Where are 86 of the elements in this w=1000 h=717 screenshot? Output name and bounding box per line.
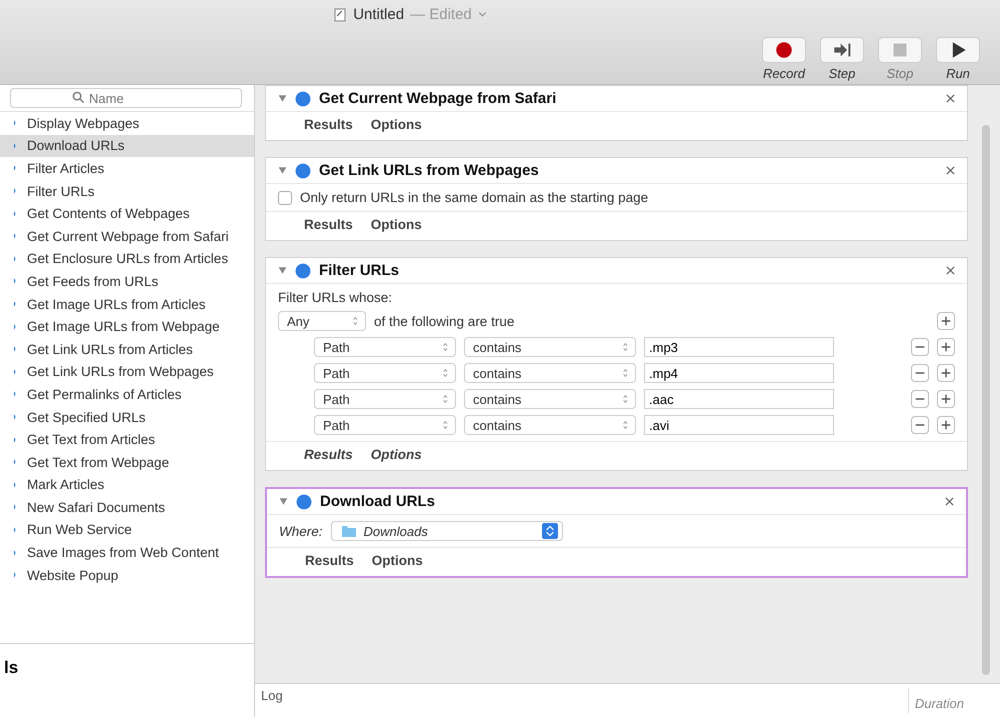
field-select[interactable]: Path: [314, 415, 456, 435]
library-item[interactable]: Mark Articles: [0, 474, 254, 496]
checkbox[interactable]: [278, 190, 292, 204]
section-heading: ls: [4, 658, 18, 677]
match-select[interactable]: Any: [278, 311, 366, 331]
add-button[interactable]: [937, 338, 955, 356]
log-label: Log: [261, 688, 283, 705]
action-tab[interactable]: Results: [304, 447, 353, 462]
stepper-icon: [542, 521, 558, 541]
action-tab[interactable]: Results: [305, 553, 354, 568]
action-title: Filter URLs: [319, 262, 400, 279]
action-tab[interactable]: Options: [370, 117, 422, 132]
library-item[interactable]: Get Permalinks of Articles: [0, 383, 254, 406]
library-item[interactable]: Get Specified URLs: [0, 406, 254, 428]
folder-select[interactable]: Downloads: [330, 521, 563, 541]
add-button[interactable]: [937, 416, 955, 434]
value-field[interactable]: .mp4: [644, 363, 834, 383]
operator-select[interactable]: contains: [464, 389, 636, 409]
remove-button[interactable]: [911, 416, 929, 434]
plus-icon: [941, 394, 951, 404]
duration-column-header: Duration: [908, 688, 994, 713]
disclosure-icon: [278, 266, 287, 275]
action-icon: [295, 262, 311, 278]
action-title: Download URLs: [320, 493, 436, 510]
library-item[interactable]: Get Enclosure URLs from Articles: [0, 248, 254, 270]
step-icon: [833, 41, 851, 59]
field-select[interactable]: Path: [314, 389, 456, 409]
window-title: Untitled: [353, 6, 404, 23]
field-select[interactable]: Path: [314, 337, 456, 357]
library-item[interactable]: Download URLs: [0, 134, 254, 158]
plus-icon: [941, 368, 951, 378]
action-tab[interactable]: Results: [304, 217, 353, 232]
action-tab[interactable]: Options: [370, 447, 422, 462]
library-item[interactable]: Get Link URLs from Articles: [0, 338, 254, 361]
action-tab[interactable]: Results: [304, 117, 353, 132]
library-item[interactable]: Get Image URLs from Webpage: [0, 315, 254, 338]
value-field[interactable]: .avi: [644, 415, 834, 435]
library-item[interactable]: Get Text from Articles: [0, 428, 254, 451]
action-tab[interactable]: Options: [372, 553, 423, 568]
value-field[interactable]: .aac: [644, 389, 834, 409]
action-icon: [295, 162, 311, 178]
library-item[interactable]: New Safari Documents: [0, 496, 254, 519]
action-title: Get Link URLs from Webpages: [319, 162, 540, 179]
plus-icon: [941, 316, 951, 326]
action-title: Get Current Webpage from Safari: [319, 90, 558, 107]
folder-icon: [340, 524, 358, 538]
library-item[interactable]: Save Images from Web Content: [0, 541, 254, 564]
library-item[interactable]: Website Popup: [0, 564, 254, 586]
disclosure-icon: [279, 497, 288, 506]
where-label: Where:: [279, 524, 323, 538]
library-item[interactable]: Get Contents of Webpages: [0, 202, 254, 225]
match-suffix: of the following are true: [374, 314, 514, 328]
library-item[interactable]: Get Feeds from URLs: [0, 270, 254, 293]
library-item[interactable]: Get Text from Webpage: [0, 450, 254, 474]
field-select[interactable]: Path: [314, 363, 456, 383]
disclosure-icon: [278, 166, 287, 175]
document-icon: [333, 8, 348, 22]
chevron-down-icon: [478, 10, 487, 19]
library-item[interactable]: Get Link URLs from Webpages: [0, 360, 254, 384]
plus-icon: [941, 420, 951, 430]
library-item[interactable]: Get Image URLs from Articles: [0, 292, 254, 316]
stop-icon: [891, 41, 909, 59]
value-field[interactable]: .mp3: [644, 337, 834, 357]
search-field[interactable]: Name: [10, 88, 242, 108]
remove-button[interactable]: [911, 390, 929, 408]
option-label: Only return URLs in the same domain as the starting page: [300, 190, 648, 205]
library-item[interactable]: Display Webpages: [0, 112, 254, 135]
record-icon: [775, 41, 793, 59]
filter-intro: Filter URLs whose:: [278, 290, 394, 305]
remove-button[interactable]: [911, 364, 929, 382]
plus-icon: [941, 342, 951, 352]
library-item[interactable]: Filter Articles: [0, 157, 254, 180]
add-button[interactable]: [937, 312, 955, 330]
operator-select[interactable]: contains: [464, 337, 636, 357]
action-tab[interactable]: Options: [370, 217, 422, 232]
action-icon: [295, 90, 311, 106]
add-button[interactable]: [937, 364, 955, 382]
library-item[interactable]: Get Current Webpage from Safari: [0, 224, 254, 248]
operator-select[interactable]: contains: [464, 363, 636, 383]
action-icon: [296, 494, 312, 510]
add-button[interactable]: [937, 390, 955, 408]
operator-select[interactable]: contains: [464, 415, 636, 435]
remove-button[interactable]: [911, 338, 929, 356]
library-item[interactable]: Run Web Service: [0, 518, 254, 542]
disclosure-icon: [278, 94, 287, 103]
library-item[interactable]: Filter URLs: [0, 180, 254, 202]
